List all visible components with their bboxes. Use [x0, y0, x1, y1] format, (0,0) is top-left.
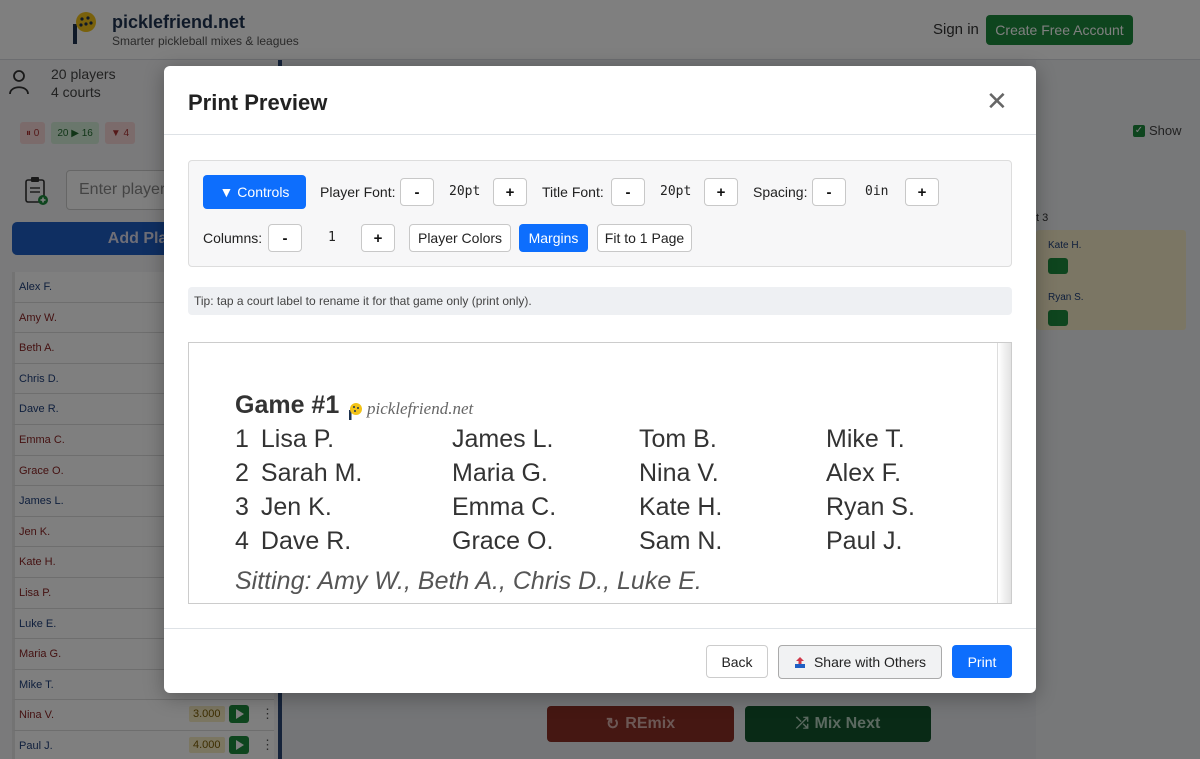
controls-toggle-button[interactable]: ▼ Controls	[203, 175, 306, 209]
player-colors-button[interactable]: Player Colors	[409, 224, 511, 252]
court-player-cell[interactable]: 4 Dave R.	[235, 527, 351, 556]
player-font-value: 20pt	[449, 184, 481, 199]
player-name: Kate H.	[639, 493, 723, 521]
player-name: Maria G.	[452, 459, 548, 487]
player-name: Grace O.	[452, 527, 554, 555]
page-edge	[997, 343, 1011, 603]
player-name: Alex F.	[826, 459, 902, 487]
court-player-cell[interactable]: 2 Sarah M.	[235, 459, 362, 488]
game-title[interactable]: Game #1	[235, 391, 339, 420]
footer-divider	[164, 628, 1036, 629]
court-row: 2 Sarah M. Maria G. Nina V. Alex F.	[235, 459, 975, 493]
spacing-label: Spacing:	[753, 184, 808, 200]
player-name: Paul J.	[826, 527, 903, 555]
share-label: Share with Others	[813, 654, 927, 670]
close-icon[interactable]: ✕	[986, 86, 1008, 117]
player-font-increase-button[interactable]: +	[493, 178, 527, 206]
print-button[interactable]: Print	[952, 645, 1012, 678]
court-row: 1 Lisa P. James L. Tom B. Mike T.	[235, 425, 975, 459]
title-font-increase-button[interactable]: +	[704, 178, 738, 206]
player-name: James L.	[452, 425, 554, 453]
fit-to-page-button[interactable]: Fit to 1 Page	[597, 224, 692, 252]
sitting-players: Sitting: Amy W., Beth A., Chris D., Luke…	[235, 567, 702, 595]
player-font-label: Player Font:	[320, 184, 396, 200]
court-player-cell[interactable]: 3 Jen K.	[235, 493, 332, 522]
columns-label: Columns:	[203, 230, 263, 246]
controls-panel: ▼ Controls Player Font: - 20pt + Title F…	[188, 160, 1012, 267]
header-divider	[164, 134, 1036, 135]
pickleball-logo-icon	[349, 403, 362, 420]
title-font-value: 20pt	[660, 184, 692, 199]
spacing-decrease-button[interactable]: -	[812, 178, 846, 206]
spacing-value: 0in	[865, 184, 889, 199]
player-name: Dave R.	[260, 527, 352, 555]
player-name: Nina V.	[639, 459, 719, 487]
court-player-cell[interactable]: 1 Lisa P.	[235, 425, 334, 454]
print-preview-modal: Print Preview ✕ ▼ Controls Player Font: …	[164, 66, 1036, 693]
print-preview-page: Game #1 picklefriend.net 1 Lisa P. James L…	[188, 342, 1012, 604]
player-name: Sarah M.	[260, 459, 363, 487]
tip-text: Tip: tap a court label to rename it for …	[188, 287, 1012, 315]
player-name: Jen K.	[260, 493, 332, 521]
player-name: Tom B.	[639, 425, 717, 453]
court-number[interactable]: 4	[235, 527, 249, 555]
player-name: Ryan S.	[826, 493, 915, 521]
spacing-increase-button[interactable]: +	[905, 178, 939, 206]
player-name: Emma C.	[452, 493, 557, 521]
game-site-label: picklefriend.net	[367, 399, 474, 418]
columns-value: 1	[328, 230, 336, 245]
modal-title: Print Preview	[188, 90, 328, 115]
court-number[interactable]: 2	[235, 459, 249, 487]
court-number[interactable]: 3	[235, 493, 249, 521]
share-icon	[794, 656, 805, 668]
court-number[interactable]: 1	[235, 425, 249, 453]
columns-increase-button[interactable]: +	[361, 224, 395, 252]
player-name: Sam N.	[639, 527, 723, 555]
columns-decrease-button[interactable]: -	[268, 224, 302, 252]
court-row: 3 Jen K. Emma C. Kate H. Ryan S.	[235, 493, 975, 527]
margins-button[interactable]: Margins	[519, 224, 588, 252]
court-row: 4 Dave R. Grace O. Sam N. Paul J.	[235, 527, 975, 561]
title-font-label: Title Font:	[542, 184, 604, 200]
title-font-decrease-button[interactable]: -	[611, 178, 645, 206]
share-button[interactable]: Share with Others	[778, 645, 942, 679]
back-button[interactable]: Back	[706, 645, 768, 678]
player-name: Lisa P.	[260, 425, 335, 453]
player-name: Mike T.	[826, 425, 905, 453]
player-font-decrease-button[interactable]: -	[400, 178, 434, 206]
